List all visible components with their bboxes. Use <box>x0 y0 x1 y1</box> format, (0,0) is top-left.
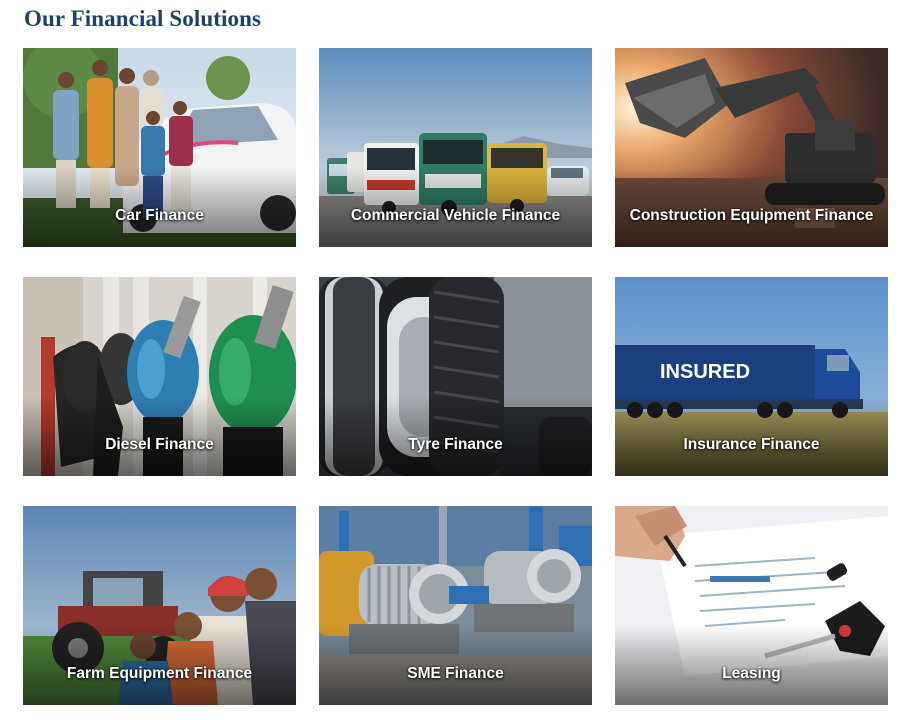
solutions-grid: Car Finance Commercial Vehicle Finance C… <box>23 48 888 705</box>
insurance-finance-label: Insurance Finance <box>683 436 820 453</box>
card-car-finance[interactable]: Car Finance <box>23 48 296 247</box>
diesel-finance-label: Diesel Finance <box>105 436 214 453</box>
card-tyre-finance[interactable]: Tyre Finance <box>319 277 592 476</box>
insured-banner-text: INSURED <box>660 361 750 383</box>
section-title: Our Financial Solutions <box>24 6 262 31</box>
card-commercial-vehicle-finance[interactable]: Commercial Vehicle Finance <box>319 48 592 247</box>
card-construction-equipment-finance[interactable]: Construction Equipment Finance <box>615 48 888 247</box>
commercial-vehicle-finance-label: Commercial Vehicle Finance <box>350 207 561 224</box>
tyre-finance-label: Tyre Finance <box>408 436 503 453</box>
car-finance-label: Car Finance <box>115 207 204 224</box>
card-farm-equipment-finance[interactable]: Farm Equipment Finance <box>23 506 296 705</box>
card-leasing[interactable]: Leasing <box>615 506 888 705</box>
construction-equipment-finance-label: Construction Equipment Finance <box>629 207 874 224</box>
card-sme-finance[interactable]: SME Finance <box>319 506 592 705</box>
card-diesel-finance[interactable]: Diesel Finance <box>23 277 296 476</box>
farm-equipment-finance-label: Farm Equipment Finance <box>66 665 253 682</box>
leasing-label: Leasing <box>722 665 781 682</box>
sme-finance-label: SME Finance <box>407 665 504 682</box>
card-insurance-finance[interactable]: INSURED Insurance Finance <box>615 277 888 476</box>
